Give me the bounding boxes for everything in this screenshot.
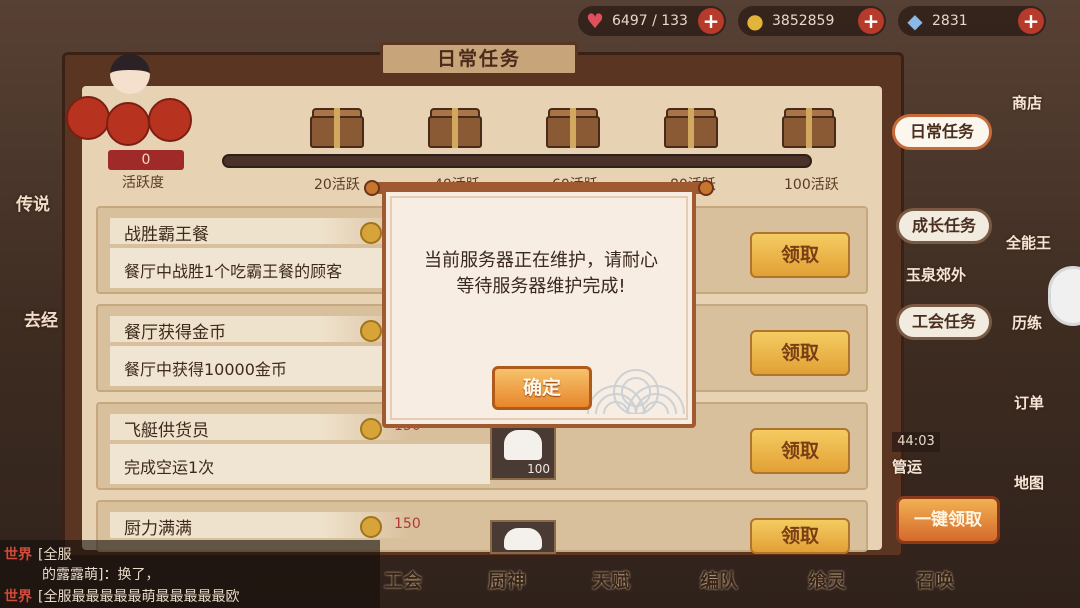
nav-summon[interactable]: 召唤 (916, 566, 954, 593)
map-icon-label[interactable]: 地图 (1014, 472, 1044, 493)
nav-guild[interactable]: 工会 (384, 566, 422, 593)
stamina-value: 6497 / 133 (612, 13, 688, 29)
task-desc: 餐厅中获得10000金币 (124, 360, 287, 379)
chest-icon[interactable] (428, 108, 482, 150)
dialog-rod-cap (698, 180, 714, 196)
chat-line: 世界 [全服 (4, 547, 72, 563)
task-name: 厨力满满 (124, 519, 192, 539)
milestone-label: 100活跃 (784, 177, 839, 193)
confirm-button[interactable]: 确定 (492, 366, 592, 410)
add-gold-button[interactable]: + (858, 8, 884, 34)
chest-icon[interactable] (310, 108, 364, 150)
coin-icon (360, 320, 382, 342)
task-name: 战胜霸王餐 (124, 225, 209, 245)
mascot-character (66, 40, 196, 152)
chest-icon[interactable] (782, 108, 836, 150)
task-name: 餐厅获得金币 (124, 323, 226, 343)
left-menu-label[interactable]: 传说 (16, 190, 50, 215)
task-desc: 餐厅中战胜1个吃霸王餐的顾客 (124, 262, 343, 281)
task-name: 飞艇供货员 (124, 421, 209, 441)
claim-all-button[interactable]: 一键领取 (896, 496, 1000, 544)
task-reward: 150 (394, 516, 421, 532)
world-chat[interactable]: 世界 [全服 的露露萌]：换了， 世界 [全服最最最最最萌最最最最最欧 (0, 540, 380, 608)
nav-chef-god[interactable]: 厨神 (488, 566, 526, 593)
nav-spirits[interactable]: 飨灵 (808, 566, 846, 593)
shop-icon-label[interactable]: 商店 (1012, 92, 1042, 113)
tab-guild-tasks[interactable]: 工会任务 (896, 304, 992, 340)
floating-assist-button[interactable] (1048, 266, 1080, 326)
chat-line: 的露露萌]：换了， (42, 567, 160, 583)
chest-icon[interactable] (546, 108, 600, 150)
chef-hat-icon (504, 528, 542, 550)
order-icon-label[interactable]: 订单 (1014, 392, 1044, 413)
heart-icon: ♥ (586, 9, 604, 33)
panel-title: 日常任务 (380, 42, 578, 76)
training-icon-label[interactable]: 历练 (1012, 312, 1042, 333)
dialog-message: 当前服务器正在维护，请耐心等待服务器维护完成! (424, 250, 658, 297)
activity-label: 活跃度 (122, 175, 164, 191)
activity-progress-bar (222, 154, 812, 168)
reward-item-slot[interactable] (490, 520, 556, 554)
claim-button[interactable]: 领取 (750, 428, 850, 474)
gold-coin-icon: ● (746, 9, 764, 33)
tab-growth-tasks[interactable]: 成长任务 (896, 208, 992, 244)
crystal-counter: ◆ 2831 + (898, 6, 1046, 36)
gold-counter: ● 3852859 + (738, 6, 886, 36)
coin-icon (360, 418, 382, 440)
dialog-rod-cap (364, 180, 380, 196)
chef-hat-icon (504, 430, 542, 460)
gold-value: 3852859 (772, 13, 835, 29)
crystal-icon: ◆ (907, 9, 923, 33)
nav-talent[interactable]: 天赋 (592, 566, 630, 593)
location-label: 玉泉郊外 (906, 266, 967, 284)
wave-pattern-icon (587, 369, 685, 414)
coin-icon (360, 222, 382, 244)
crystal-value: 2831 (932, 13, 968, 29)
activity-value: 0 (108, 150, 184, 170)
nav-formation[interactable]: 编队 (700, 566, 738, 593)
transport-label[interactable]: 管运 (892, 456, 922, 477)
add-crystal-button[interactable]: + (1018, 8, 1044, 34)
task-desc: 完成空运1次 (124, 458, 215, 477)
add-stamina-button[interactable]: + (698, 8, 724, 34)
transport-timer: 44:03 (892, 432, 940, 452)
claim-button[interactable]: 领取 (750, 518, 850, 554)
resource-bar: ♥ 6497 / 133 + ● 3852859 + ◆ 2831 + (578, 6, 1046, 36)
reward-item-slot[interactable]: 100 (490, 422, 556, 480)
stamina-counter: ♥ 6497 / 133 + (578, 6, 726, 36)
tab-daily-tasks[interactable]: 日常任务 (892, 114, 992, 150)
coin-icon (360, 516, 382, 538)
claim-button[interactable]: 领取 (750, 232, 850, 278)
chest-icon[interactable] (664, 108, 718, 150)
milestone-label: 20活跃 (314, 177, 360, 193)
reward-item-qty: 100 (527, 462, 550, 476)
champion-icon-label[interactable]: 全能王 (1006, 232, 1051, 253)
claim-button[interactable]: 领取 (750, 330, 850, 376)
chat-line: 世界 [全服最最最最最萌最最最最最欧 (4, 589, 240, 605)
left-menu-label[interactable]: 去经 (24, 306, 58, 331)
maintenance-dialog: 当前服务器正在维护，请耐心等待服务器维护完成! 确定 (382, 188, 696, 428)
